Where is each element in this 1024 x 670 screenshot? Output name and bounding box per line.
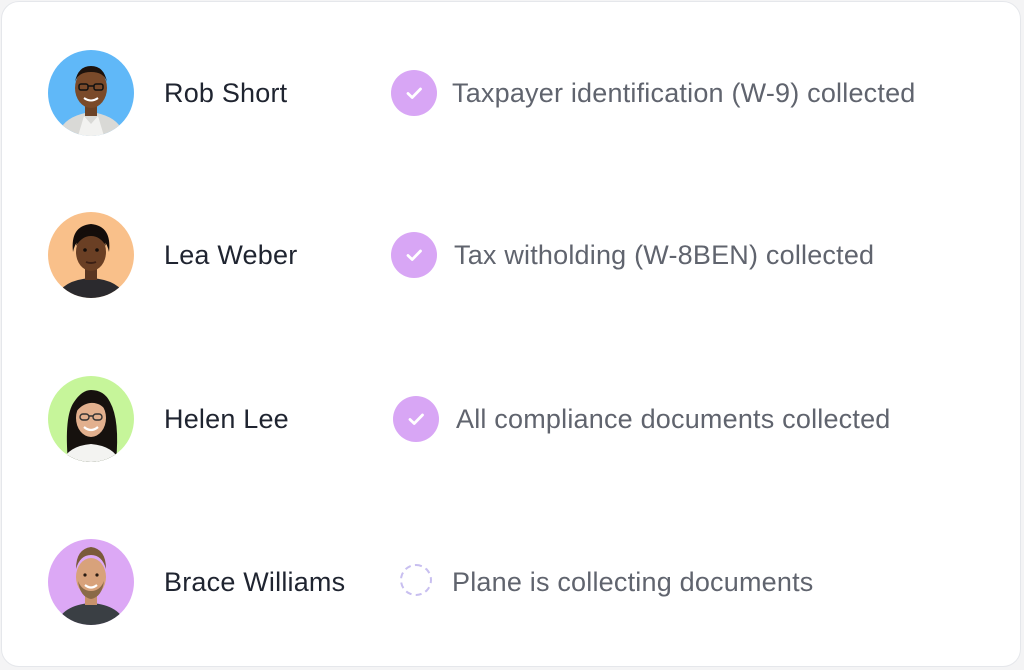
person-row-helen-lee: Helen Lee All compliance documents colle… [2, 374, 1022, 464]
avatar [48, 212, 134, 298]
status-text: Tax witholding (W-8BEN) collected [454, 240, 875, 270]
person-name: Lea Weber [164, 240, 298, 270]
avatar [48, 50, 134, 136]
check-icon [393, 396, 439, 442]
avatar [48, 539, 134, 625]
check-icon [391, 70, 437, 116]
avatar [48, 376, 134, 462]
status-text: Taxpayer identification (W-9) collected [452, 78, 916, 108]
compliance-card: Rob Short Taxpayer identification (W-9) … [1, 1, 1021, 667]
person-row-lea-weber: Lea Weber Tax witholding (W-8BEN) collec… [2, 210, 1022, 300]
status-text: Plane is collecting documents [452, 567, 814, 597]
check-icon [391, 232, 437, 278]
person-row-rob-short: Rob Short Taxpayer identification (W-9) … [2, 48, 1022, 138]
person-name: Rob Short [164, 78, 288, 108]
pending-spinner-icon [400, 564, 432, 596]
status-text: All compliance documents collected [456, 404, 891, 434]
person-name: Brace Williams [164, 567, 346, 597]
person-name: Helen Lee [164, 404, 289, 434]
person-row-brace-williams: Brace Williams Plane is collecting docum… [2, 537, 1022, 627]
